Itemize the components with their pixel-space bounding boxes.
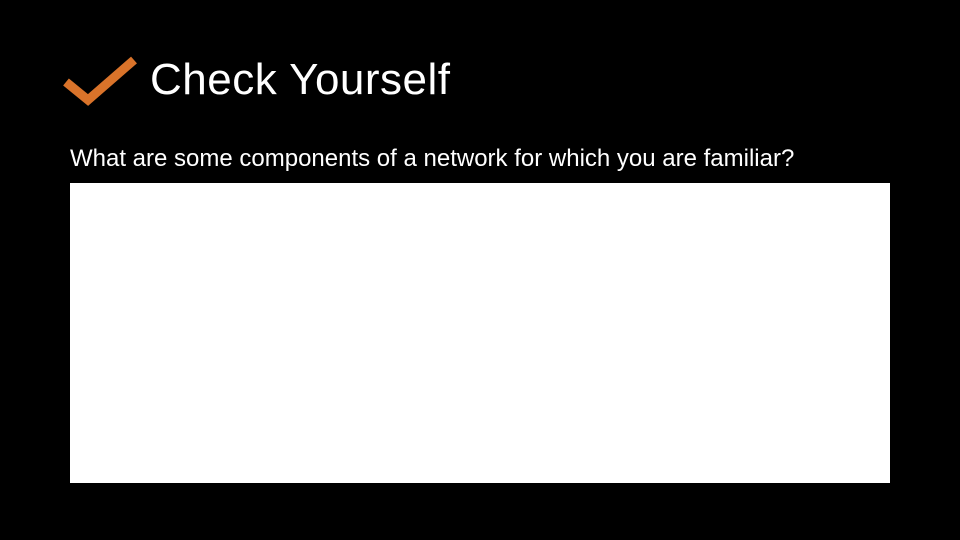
checkmark-icon: [60, 54, 140, 109]
slide-content: What are some components of a network fo…: [70, 145, 890, 483]
question-text: What are some components of a network fo…: [70, 145, 890, 173]
slide-title: Check Yourself: [150, 55, 451, 105]
slide: Check Yourself What are some components …: [0, 0, 960, 540]
answer-box: [70, 183, 890, 483]
slide-header: Check Yourself: [60, 50, 451, 109]
